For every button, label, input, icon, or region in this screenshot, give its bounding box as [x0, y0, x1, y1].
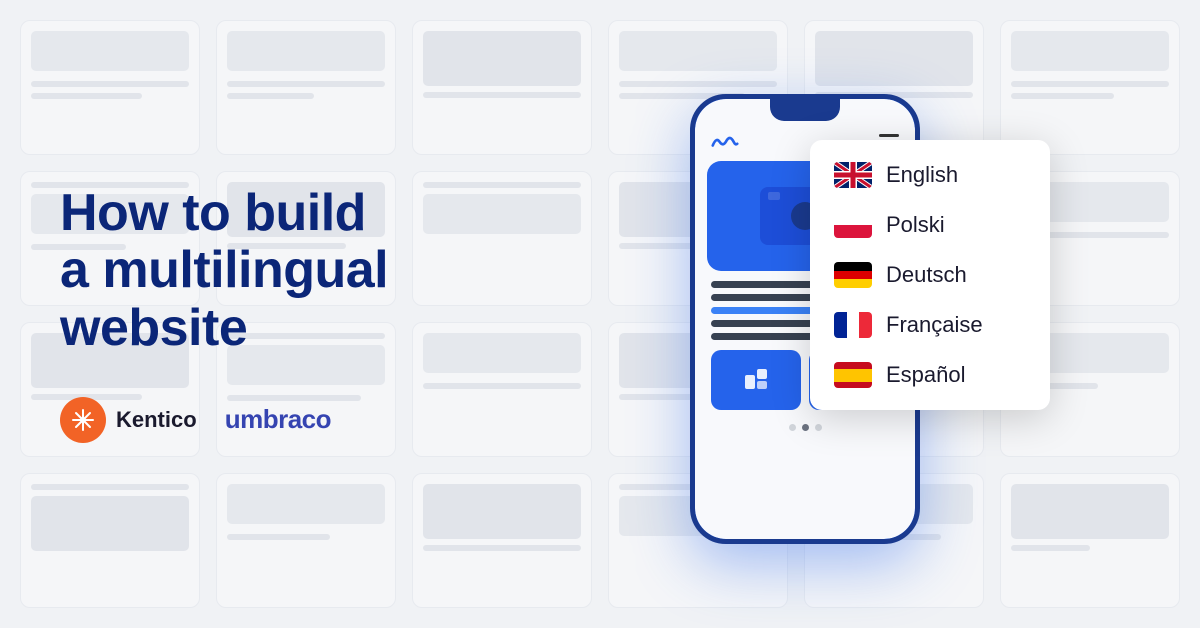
flag-es: [834, 362, 872, 388]
umbraco-name: umbraco: [225, 404, 331, 435]
phone-logo: [711, 133, 739, 151]
umbraco-logo: umbraco: [225, 404, 331, 435]
language-dropdown: English Polski Deutsch: [810, 140, 1050, 410]
lang-item-polish[interactable]: Polski: [810, 200, 1050, 250]
logos-row: Kentico umbraco: [60, 397, 480, 443]
lang-name-french: Française: [886, 312, 983, 338]
dot-1: [789, 424, 796, 431]
right-section: English Polski Deutsch: [480, 40, 1140, 588]
lang-name-english: English: [886, 162, 958, 188]
page-title: How to build a multilingual website: [60, 185, 480, 357]
lang-item-german[interactable]: Deutsch: [810, 250, 1050, 300]
lang-name-polish: Polski: [886, 212, 945, 238]
flag-pl: [834, 212, 872, 238]
kentico-name: Kentico: [116, 407, 197, 433]
lang-name-german: Deutsch: [886, 262, 967, 288]
flag-de: [834, 262, 872, 288]
phone-card-1: [711, 350, 801, 410]
left-section: How to build a multilingual website: [60, 185, 480, 443]
dot-2: [802, 424, 809, 431]
dot-3: [815, 424, 822, 431]
phone-pagination-dots: [707, 424, 903, 431]
lang-item-english[interactable]: English: [810, 150, 1050, 200]
flag-uk: [834, 162, 872, 188]
phone-notch: [770, 99, 840, 121]
flag-fr: [834, 312, 872, 338]
kentico-logo: Kentico: [60, 397, 197, 443]
main-content: How to build a multilingual website: [0, 0, 1200, 628]
lang-item-spanish[interactable]: Español: [810, 350, 1050, 400]
kentico-icon: [60, 397, 106, 443]
lang-item-french[interactable]: Française: [810, 300, 1050, 350]
lang-name-spanish: Español: [886, 362, 966, 388]
